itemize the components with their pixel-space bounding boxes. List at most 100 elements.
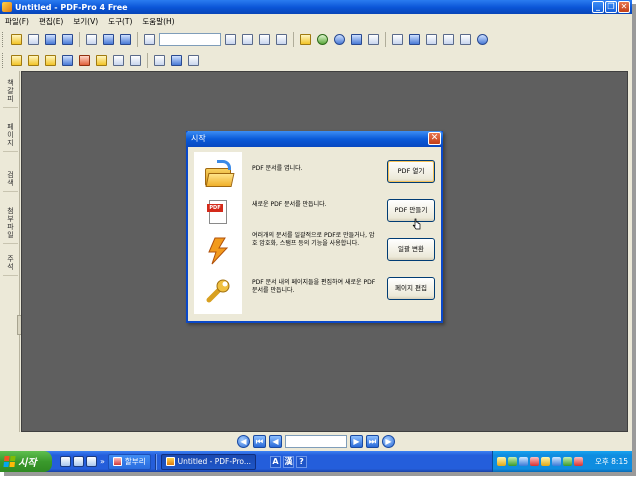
windows-taskbar: 시작 » 할부리 Untitled - PDF-Pro... A 漢 ? 오후 … (0, 451, 632, 472)
zoom-in-icon[interactable] (315, 32, 330, 47)
last-page-icon[interactable]: ⏭ (366, 434, 379, 448)
batch-convert-description: 여러개의 문서를 일괄적으로 PDF로 만들거나, 암호 암호화, 스탬프 등의… (252, 232, 375, 247)
eraser-icon[interactable] (111, 53, 126, 68)
thumbnail-view-icon[interactable] (441, 32, 456, 47)
start-button[interactable]: 시작 (0, 451, 52, 472)
windows-logo-icon (3, 456, 16, 467)
toolbar-grip[interactable] (2, 31, 5, 47)
single-view-icon[interactable] (390, 32, 405, 47)
tab-pages-char: 페 (7, 123, 14, 131)
fit-page-icon[interactable] (223, 32, 238, 47)
hanja-icon[interactable]: 漢 (283, 455, 294, 468)
hand-tool-icon[interactable] (298, 32, 313, 47)
next-page-icon[interactable]: ▶ (350, 434, 363, 448)
clock[interactable]: 오후 8:15 (595, 456, 628, 467)
menu-view[interactable]: 보기(V) (68, 16, 103, 27)
text-select-icon[interactable] (366, 32, 381, 47)
page-number-field[interactable] (285, 434, 347, 448)
restore-button[interactable]: ❐ (605, 1, 617, 13)
text-tool-icon[interactable] (186, 53, 201, 68)
language-bar: A 漢 ? (270, 455, 307, 468)
tab-search-char: 색 (7, 179, 14, 187)
page-number-icon[interactable] (142, 32, 157, 47)
minimize-button[interactable]: _ (592, 1, 604, 13)
new-icon[interactable] (26, 32, 41, 47)
zoom-out-icon[interactable] (332, 32, 347, 47)
ime-help-icon[interactable]: ? (296, 455, 307, 468)
open-pdf-button[interactable]: PDF 열기 (387, 160, 435, 183)
tab-attachments[interactable]: 첨 부 파 일 (3, 207, 18, 244)
text-note-icon[interactable] (43, 53, 58, 68)
tray-alert-icon[interactable] (574, 457, 583, 466)
forward-icon[interactable]: ▶ (382, 434, 395, 448)
facing-view-icon[interactable] (424, 32, 439, 47)
tab-pages[interactable]: 페 이 지 (3, 123, 18, 152)
snapshot-icon[interactable] (349, 32, 364, 47)
back-icon[interactable]: ◀ (237, 434, 250, 448)
typewriter-icon[interactable] (60, 53, 75, 68)
quick-launch-chevron[interactable]: » (100, 457, 105, 466)
page-icon[interactable] (84, 32, 99, 47)
page-zoom-field[interactable] (159, 32, 221, 46)
highlighter-icon[interactable] (9, 53, 24, 68)
first-page-icon[interactable]: ⏮ (253, 434, 266, 448)
dialog-title-bar[interactable]: 시작 ✕ (186, 131, 443, 147)
close-button[interactable]: ✕ (618, 1, 630, 13)
tray-network-icon[interactable] (519, 457, 528, 466)
input-mode-icon[interactable]: A (270, 455, 281, 468)
task-button-pdfpro[interactable]: Untitled - PDF-Pro... (160, 453, 256, 470)
quick-launch (60, 456, 97, 467)
title-bar[interactable]: Untitled - PDF-Pro 4 Free _ ❐ ✕ (0, 0, 632, 14)
fit-width-icon[interactable] (240, 32, 255, 47)
tab-bookmarks[interactable]: 책 갈 피 (3, 79, 18, 108)
tray-update-icon[interactable] (563, 457, 572, 466)
actual-size-icon[interactable] (257, 32, 272, 47)
batch-convert-button[interactable]: 일괄 변환 (387, 238, 435, 261)
tab-annotations[interactable]: 주 석 (3, 255, 18, 276)
web-icon[interactable] (475, 32, 490, 47)
browser-icon[interactable] (73, 456, 84, 467)
save-icon[interactable] (43, 32, 58, 47)
page-export-icon[interactable] (101, 32, 116, 47)
tab-pages-char: 이 (7, 131, 14, 139)
single-page-icon[interactable] (274, 32, 289, 47)
stamp-icon[interactable] (26, 53, 41, 68)
toolbar-separator (147, 52, 148, 68)
tray-antivirus-icon[interactable] (530, 457, 539, 466)
toolbar-grip[interactable] (2, 52, 5, 68)
page-navigation-bar: ◀ ⏮ ◀ ▶ ⏭ ▶ (0, 432, 632, 450)
tray-volume-icon[interactable] (541, 457, 550, 466)
create-pdf-button[interactable]: PDF 만들기 (387, 199, 435, 222)
pencil-icon[interactable] (94, 53, 109, 68)
tray-messenger-icon[interactable] (552, 457, 561, 466)
tray-app-icon[interactable] (497, 457, 506, 466)
show-desktop-icon[interactable] (60, 456, 71, 467)
page-copy-icon[interactable] (118, 32, 133, 47)
explorer-icon[interactable] (86, 456, 97, 467)
attachment-icon[interactable] (128, 53, 143, 68)
rotate-view-icon[interactable] (458, 32, 473, 47)
app-icon[interactable] (2, 2, 12, 12)
crop-icon[interactable] (169, 53, 184, 68)
select-arrow-icon[interactable] (152, 53, 167, 68)
menu-tools[interactable]: 도구(T) (103, 16, 137, 27)
menu-edit[interactable]: 편집(E) (34, 16, 68, 27)
mouse-cursor-icon (412, 218, 421, 230)
prev-page-icon[interactable]: ◀ (269, 434, 282, 448)
email-icon[interactable] (60, 32, 75, 47)
tab-bookmarks-char: 책 (7, 79, 14, 87)
create-pdf-description: 새로운 PDF 문서를 만듭니다. (252, 201, 327, 208)
wrench-icon (203, 276, 233, 306)
dialog-close-button[interactable]: ✕ (428, 132, 441, 145)
taskbar-separator (154, 453, 157, 470)
menu-help[interactable]: 도움말(H) (137, 16, 179, 27)
pdfpro-icon (165, 457, 175, 466)
task-button-halburi[interactable]: 할부리 (107, 453, 151, 470)
edit-pages-button[interactable]: 페이지 편집 (387, 277, 435, 300)
menu-file[interactable]: 파일(F) (0, 16, 34, 27)
tab-search[interactable]: 검 색 (3, 171, 18, 192)
text-box-icon[interactable] (77, 53, 92, 68)
tray-security-icon[interactable] (508, 457, 517, 466)
open-icon[interactable] (9, 32, 24, 47)
continuous-view-icon[interactable] (407, 32, 422, 47)
